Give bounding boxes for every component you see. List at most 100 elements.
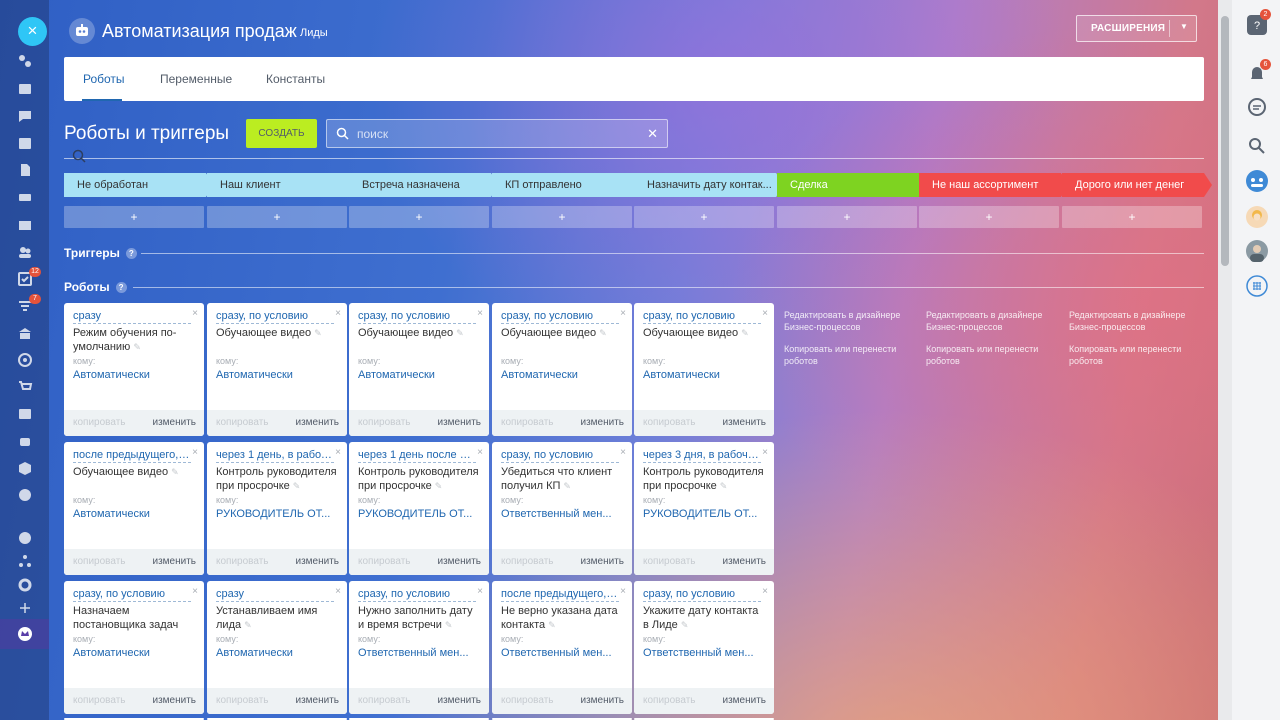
copy-link[interactable]: копировать bbox=[501, 417, 554, 428]
help-icon[interactable]: ? bbox=[125, 248, 137, 259]
stage-7[interactable]: Дорого или нет денег bbox=[1062, 173, 1212, 197]
edit-link[interactable]: изменить bbox=[295, 695, 339, 706]
robot-condition-link[interactable]: сразу, по условию bbox=[73, 588, 191, 602]
copy-link[interactable]: копировать bbox=[643, 417, 696, 428]
crm-icon[interactable] bbox=[17, 53, 33, 69]
chevron-down-icon[interactable]: ▼ bbox=[1180, 22, 1188, 31]
extensions-button[interactable]: РАСШИРЕНИЯ ▼ bbox=[1076, 15, 1197, 42]
robot-condition-link[interactable]: через 1 день, в рабоч... bbox=[216, 449, 334, 463]
search-box[interactable]: ✕ bbox=[326, 119, 668, 148]
pencil-icon[interactable]: ✎ bbox=[445, 620, 453, 630]
id-card-icon[interactable] bbox=[17, 406, 33, 422]
robot-condition-link[interactable]: сразу, по условию bbox=[643, 310, 761, 324]
contacts-icon[interactable] bbox=[17, 244, 33, 260]
recipient-value[interactable]: РУКОВОДИТЕЛЬ ОТ... bbox=[643, 508, 767, 520]
document-icon[interactable] bbox=[17, 162, 33, 178]
clear-icon[interactable]: ✕ bbox=[647, 126, 658, 142]
robot-card[interactable]: сразу, по условию × Обучающее видео ✎ кому: А… bbox=[634, 303, 774, 436]
edit-link[interactable]: изменить bbox=[437, 695, 481, 706]
box-icon[interactable] bbox=[17, 460, 33, 476]
stage-0[interactable]: Не обработан bbox=[64, 173, 214, 197]
copy-move-robots-link[interactable]: Копировать или перенести роботов bbox=[1069, 343, 1189, 367]
robot-condition-link[interactable]: сразу bbox=[73, 310, 191, 324]
recipient-value[interactable]: Автоматически bbox=[73, 369, 197, 381]
mail-icon[interactable] bbox=[17, 217, 33, 233]
drive-icon[interactable] bbox=[17, 189, 33, 205]
calendar-icon[interactable] bbox=[17, 135, 33, 151]
recipient-value[interactable]: Автоматически bbox=[73, 647, 197, 659]
copy-link[interactable]: копировать bbox=[73, 417, 126, 428]
bank-icon[interactable] bbox=[17, 326, 33, 342]
chat-icon[interactable] bbox=[17, 108, 33, 124]
tab-robots[interactable]: Роботы bbox=[83, 72, 125, 86]
copy-link[interactable]: копировать bbox=[501, 556, 554, 567]
add-robot-button[interactable]: + bbox=[1062, 206, 1202, 228]
close-slider-button[interactable]: × bbox=[18, 17, 47, 46]
copy-link[interactable]: копировать bbox=[501, 695, 554, 706]
copy-link[interactable]: копировать bbox=[216, 417, 269, 428]
copy-link[interactable]: копировать bbox=[358, 556, 411, 567]
edit-in-designer-link[interactable]: Редактировать в дизайнере Бизнес-процесс… bbox=[784, 309, 904, 333]
add-robot-button[interactable]: + bbox=[207, 206, 347, 228]
pencil-icon[interactable]: ✎ bbox=[741, 328, 749, 338]
copy-move-robots-link[interactable]: Копировать или перенести роботов bbox=[784, 343, 904, 367]
recipient-value[interactable]: Автоматически bbox=[216, 369, 340, 381]
pencil-icon[interactable]: ✎ bbox=[244, 620, 252, 630]
copy-link[interactable]: копировать bbox=[643, 695, 696, 706]
settings-icon[interactable] bbox=[17, 577, 33, 593]
robot-card[interactable]: сразу, по условию × Нужно заполнить дату и… bbox=[349, 581, 489, 714]
edit-link[interactable]: изменить bbox=[152, 556, 196, 567]
robot-condition-link[interactable]: сразу, по условию bbox=[501, 310, 619, 324]
robot-condition-link[interactable]: через 3 дня, в рабоче... bbox=[643, 449, 761, 463]
close-icon[interactable]: × bbox=[762, 308, 768, 319]
close-icon[interactable]: × bbox=[620, 308, 626, 319]
robot-card[interactable]: через 1 день, в рабоч... × Контроль руково… bbox=[207, 442, 347, 575]
open-lines-icon[interactable] bbox=[1246, 170, 1268, 192]
recipient-value[interactable]: РУКОВОДИТЕЛЬ ОТ... bbox=[358, 508, 482, 520]
search-icon[interactable] bbox=[72, 149, 86, 166]
edit-link[interactable]: изменить bbox=[295, 417, 339, 428]
help-icon[interactable] bbox=[17, 530, 33, 546]
edit-in-designer-link[interactable]: Редактировать в дизайнере Бизнес-процесс… bbox=[1069, 309, 1189, 333]
stage-4[interactable]: Назначить дату контак... bbox=[634, 173, 784, 197]
edit-link[interactable]: изменить bbox=[580, 417, 624, 428]
robot-card[interactable]: сразу × Режим обучения по-умолчанию ✎ кому: А… bbox=[64, 303, 204, 436]
close-icon[interactable]: × bbox=[335, 586, 341, 597]
recipient-value[interactable]: Автоматически bbox=[501, 369, 625, 381]
robot-icon[interactable] bbox=[17, 433, 33, 449]
robot-card[interactable]: сразу, по условию × Убедиться что клиент п… bbox=[492, 442, 632, 575]
edit-link[interactable]: изменить bbox=[152, 695, 196, 706]
avatar-girl[interactable] bbox=[1246, 206, 1268, 228]
edit-link[interactable]: изменить bbox=[437, 556, 481, 567]
edit-link[interactable]: изменить bbox=[722, 556, 766, 567]
robot-condition-link[interactable]: сразу bbox=[216, 588, 334, 602]
copy-link[interactable]: копировать bbox=[73, 556, 126, 567]
close-icon[interactable]: × bbox=[192, 447, 198, 458]
add-icon[interactable] bbox=[17, 600, 33, 616]
pencil-icon[interactable]: ✎ bbox=[563, 481, 571, 491]
recipient-value[interactable]: РУКОВОДИТЕЛЬ ОТ... bbox=[216, 508, 340, 520]
recipient-value[interactable]: Ответственный мен... bbox=[501, 647, 625, 659]
copy-link[interactable]: копировать bbox=[216, 556, 269, 567]
robot-card[interactable]: сразу, по условию × Укажите дату контакта … bbox=[634, 581, 774, 714]
close-icon[interactable]: × bbox=[477, 447, 483, 458]
copy-link[interactable]: копировать bbox=[216, 695, 269, 706]
close-icon[interactable]: × bbox=[192, 308, 198, 319]
add-robot-button[interactable]: + bbox=[64, 206, 204, 228]
messages-icon[interactable] bbox=[1246, 96, 1268, 118]
crown-icon[interactable] bbox=[17, 626, 33, 642]
copy-link[interactable]: копировать bbox=[358, 695, 411, 706]
robot-condition-link[interactable]: через 1 день после Да... bbox=[358, 449, 476, 463]
close-icon[interactable]: × bbox=[620, 586, 626, 597]
stage-5[interactable]: Сделка bbox=[777, 173, 927, 197]
robot-card[interactable]: после предыдущего, п... × Обучающее видео ✎… bbox=[64, 442, 204, 575]
robot-card[interactable]: после предыдущего, п... × Не верно указана… bbox=[492, 581, 632, 714]
close-icon[interactable]: × bbox=[762, 586, 768, 597]
add-robot-button[interactable]: + bbox=[634, 206, 774, 228]
edit-link[interactable]: изменить bbox=[437, 417, 481, 428]
robot-condition-link[interactable]: сразу, по условию bbox=[501, 449, 619, 463]
check-circle-icon[interactable] bbox=[17, 487, 33, 503]
pencil-icon[interactable]: ✎ bbox=[171, 467, 179, 477]
copy-link[interactable]: копировать bbox=[73, 695, 126, 706]
add-robot-button[interactable]: + bbox=[919, 206, 1059, 228]
